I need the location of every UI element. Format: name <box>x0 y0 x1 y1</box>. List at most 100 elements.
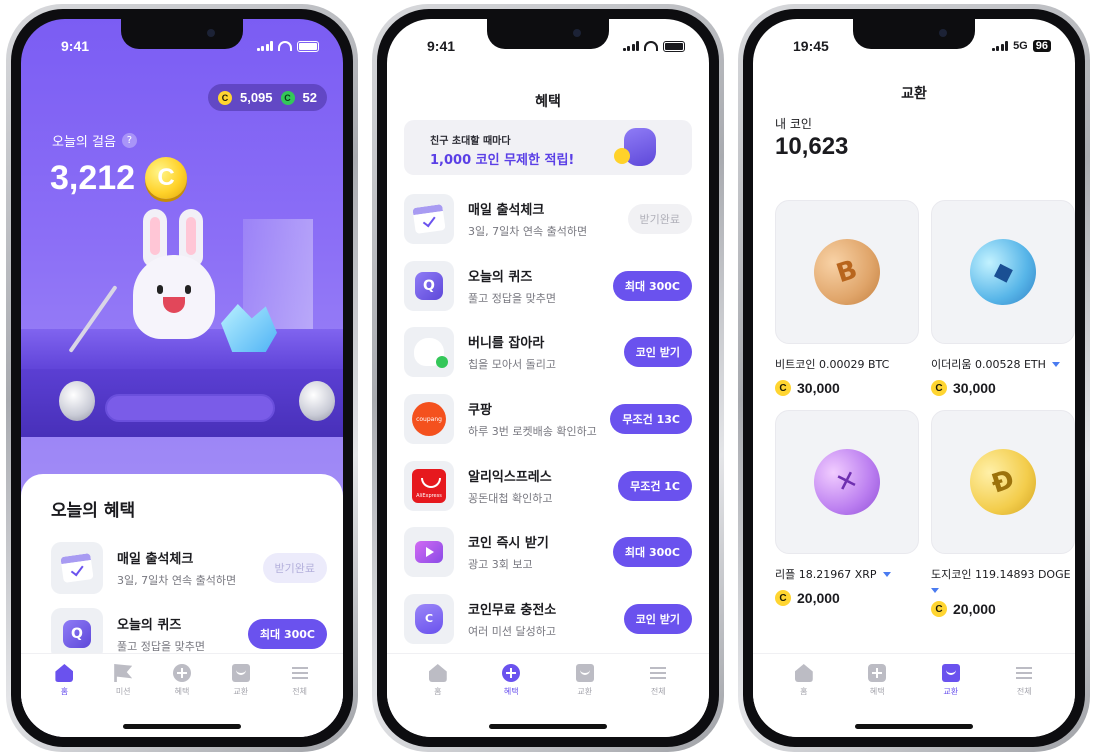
item-subtitle: 풀고 정답을 맞추면 <box>468 291 556 305</box>
tab-label: 전체 <box>1016 687 1032 696</box>
shopping-bag-icon <box>231 664 250 682</box>
coin-icon: C <box>931 601 947 617</box>
tab-label: 혜택 <box>174 687 190 696</box>
item-title: 오늘의 퀴즈 <box>468 269 533 285</box>
play-icon <box>415 541 443 564</box>
coin-card-eth[interactable]: ◆ 이더리움 0.00528 ETH C 30,000 <box>931 200 1075 396</box>
list-item[interactable]: Q 오늘의 퀴즈풀고 정답을 맞추면 최대 300C <box>404 253 692 320</box>
chevron-down-icon[interactable] <box>931 588 939 593</box>
tab-label: 미션 <box>115 687 131 696</box>
quiz-icon: Q <box>415 271 443 300</box>
get-coin-button[interactable]: 코인 받기 <box>623 603 692 634</box>
coin-image: Ð <box>931 410 1075 554</box>
thumbnail <box>404 194 454 245</box>
item-title: 알리익스프레스 <box>468 469 552 485</box>
phone-benefits: 9:41 혜택 친구 초대할 때마다 1,000 코인 무제한 적립! 매일 출… <box>372 4 724 752</box>
tab-label: 전체 <box>292 687 307 696</box>
coin-name: 비트코인 0.00029 BTC <box>775 356 919 372</box>
my-coin-label: 내 코인 <box>775 117 812 131</box>
list-item[interactable]: 코인 즉시 받기 광고 3회 보고 최대 300C <box>404 519 692 586</box>
steps-value-text: 3,212 <box>50 158 136 197</box>
bunny-character[interactable] <box>129 209 219 339</box>
status-time: 9:41 <box>61 38 90 54</box>
help-icon[interactable]: ? <box>121 133 137 148</box>
network-type: 5G <box>1013 40 1028 52</box>
coin-name: 이더리움 0.00528 ETH <box>931 356 1075 372</box>
coin-icon: C <box>931 380 947 396</box>
tab-home[interactable]: 홈 <box>778 664 830 737</box>
pipe-right <box>299 381 335 421</box>
steps-value: 3,212 C <box>50 157 188 199</box>
coin-icon: C <box>775 590 791 606</box>
coin-name-text: 리플 18.21967 XRP <box>775 568 877 581</box>
coin-price-text: 20,000 <box>953 601 996 617</box>
shopping-bag-icon <box>941 664 960 682</box>
item-subtitle: 여러 미션 달성하고 <box>468 624 556 638</box>
claimed-button[interactable]: 받기완료 <box>627 204 692 235</box>
list-item[interactable]: 매일 출석체크 3일, 7일차 연속 출석하면 받기완료 <box>37 535 327 601</box>
calendar-check-icon <box>60 553 94 583</box>
benefits-list: 매일 출석체크 3일, 7일차 연속 출석하면 받기완료 Q 오늘의 퀴즈풀고 정… <box>404 186 692 652</box>
tab-home[interactable]: 홈 <box>38 664 90 737</box>
list-item[interactable]: 매일 출석체크 3일, 7일차 연속 출석하면 받기완료 <box>404 186 692 253</box>
calendar-check-icon <box>412 204 446 235</box>
tab-all[interactable]: 전체 <box>274 664 326 737</box>
list-item[interactable]: C 코인무료 충전소 여러 미션 달성하고 코인 받기 <box>404 586 692 653</box>
tab-all[interactable]: 전체 <box>998 664 1050 737</box>
chevron-down-icon[interactable] <box>1051 361 1060 367</box>
dogecoin-icon: Ð <box>961 440 1045 524</box>
green-balance: 52 <box>302 90 317 105</box>
shopping-bag-icon <box>575 664 594 682</box>
get-coin-button[interactable]: 코인 받기 <box>623 337 692 368</box>
invite-banner[interactable]: 친구 초대할 때마다 1,000 코인 무제한 적립! <box>404 120 692 175</box>
list-item[interactable]: AliExpress 알리익스프레스 꽁돈대첩 확인하고 무조건 1C <box>404 452 692 519</box>
coin-image: ◆ <box>931 200 1075 344</box>
reward-button[interactable]: 최대 300C <box>612 537 692 568</box>
thumbnail: C <box>404 593 454 644</box>
green-coin-icon: C <box>280 90 295 105</box>
coin-name-text: 비트코인 0.00029 BTC <box>775 358 890 371</box>
coin-icon: C <box>217 90 232 105</box>
phone-home: 9:41 C 5,095 C 52 오늘의 걸음 ? 3,212 C 오늘의 혜… <box>6 4 358 752</box>
big-coin-icon[interactable]: C <box>145 157 188 199</box>
thumbnail <box>404 327 454 378</box>
coin-balance-pill[interactable]: C 5,095 C 52 <box>207 84 327 111</box>
tab-all[interactable]: 전체 <box>632 664 684 737</box>
list-item[interactable]: coupang 쿠팡 하루 3번 로켓배송 확인하고 무조건 13C <box>404 386 692 453</box>
tab-home[interactable]: 홈 <box>412 664 464 737</box>
reward-button[interactable]: 무조건 13C <box>610 404 692 435</box>
notch <box>853 19 975 49</box>
reward-button[interactable]: 최대 300C <box>247 619 327 649</box>
coin-price-text: 20,000 <box>797 590 840 606</box>
wifi-icon <box>644 41 658 51</box>
coin-icon: C <box>775 380 791 396</box>
chevron-down-icon[interactable] <box>882 571 891 577</box>
claimed-button[interactable]: 받기완료 <box>262 553 327 583</box>
battery-level: 96 <box>1032 40 1051 52</box>
coin-card-doge[interactable]: Ð 도지코인 119.14893 DOGE C 20,000 <box>931 410 1075 617</box>
list-item[interactable]: 버니를 잡아라 칩을 모아서 돌리고 코인 받기 <box>404 319 692 386</box>
coin-price: C 30,000 <box>775 380 919 396</box>
thumbnail: Q <box>404 260 454 311</box>
item-title: 코인 즉시 받기 <box>468 536 549 552</box>
coin-card-xrp[interactable]: ✕ 리플 18.21967 XRP C 20,000 <box>775 410 919 617</box>
quiz-icon: Q <box>63 620 91 648</box>
thumbnail <box>404 527 454 578</box>
home-indicator <box>855 724 973 729</box>
reward-button[interactable]: 최대 300C <box>612 270 692 301</box>
pipe-left <box>59 381 95 421</box>
wifi-icon <box>278 41 292 51</box>
home-indicator <box>123 724 241 729</box>
tab-label: 교환 <box>943 687 959 696</box>
coin-name-text: 이더리움 0.00528 ETH <box>931 358 1046 371</box>
coin-card-btc[interactable]: B 비트코인 0.00029 BTC C 30,000 <box>775 200 919 396</box>
ethereum-icon: ◆ <box>961 230 1045 314</box>
coin-price-text: 30,000 <box>953 380 996 396</box>
coin-image: ✕ <box>775 410 919 554</box>
conveyor-rail <box>105 394 275 422</box>
coin-name: 리플 18.21967 XRP <box>775 566 919 582</box>
reward-button[interactable]: 무조건 1C <box>618 470 692 501</box>
tab-label: 홈 <box>60 687 69 696</box>
status-time: 9:41 <box>427 38 456 54</box>
coin-price-text: 30,000 <box>797 380 840 396</box>
